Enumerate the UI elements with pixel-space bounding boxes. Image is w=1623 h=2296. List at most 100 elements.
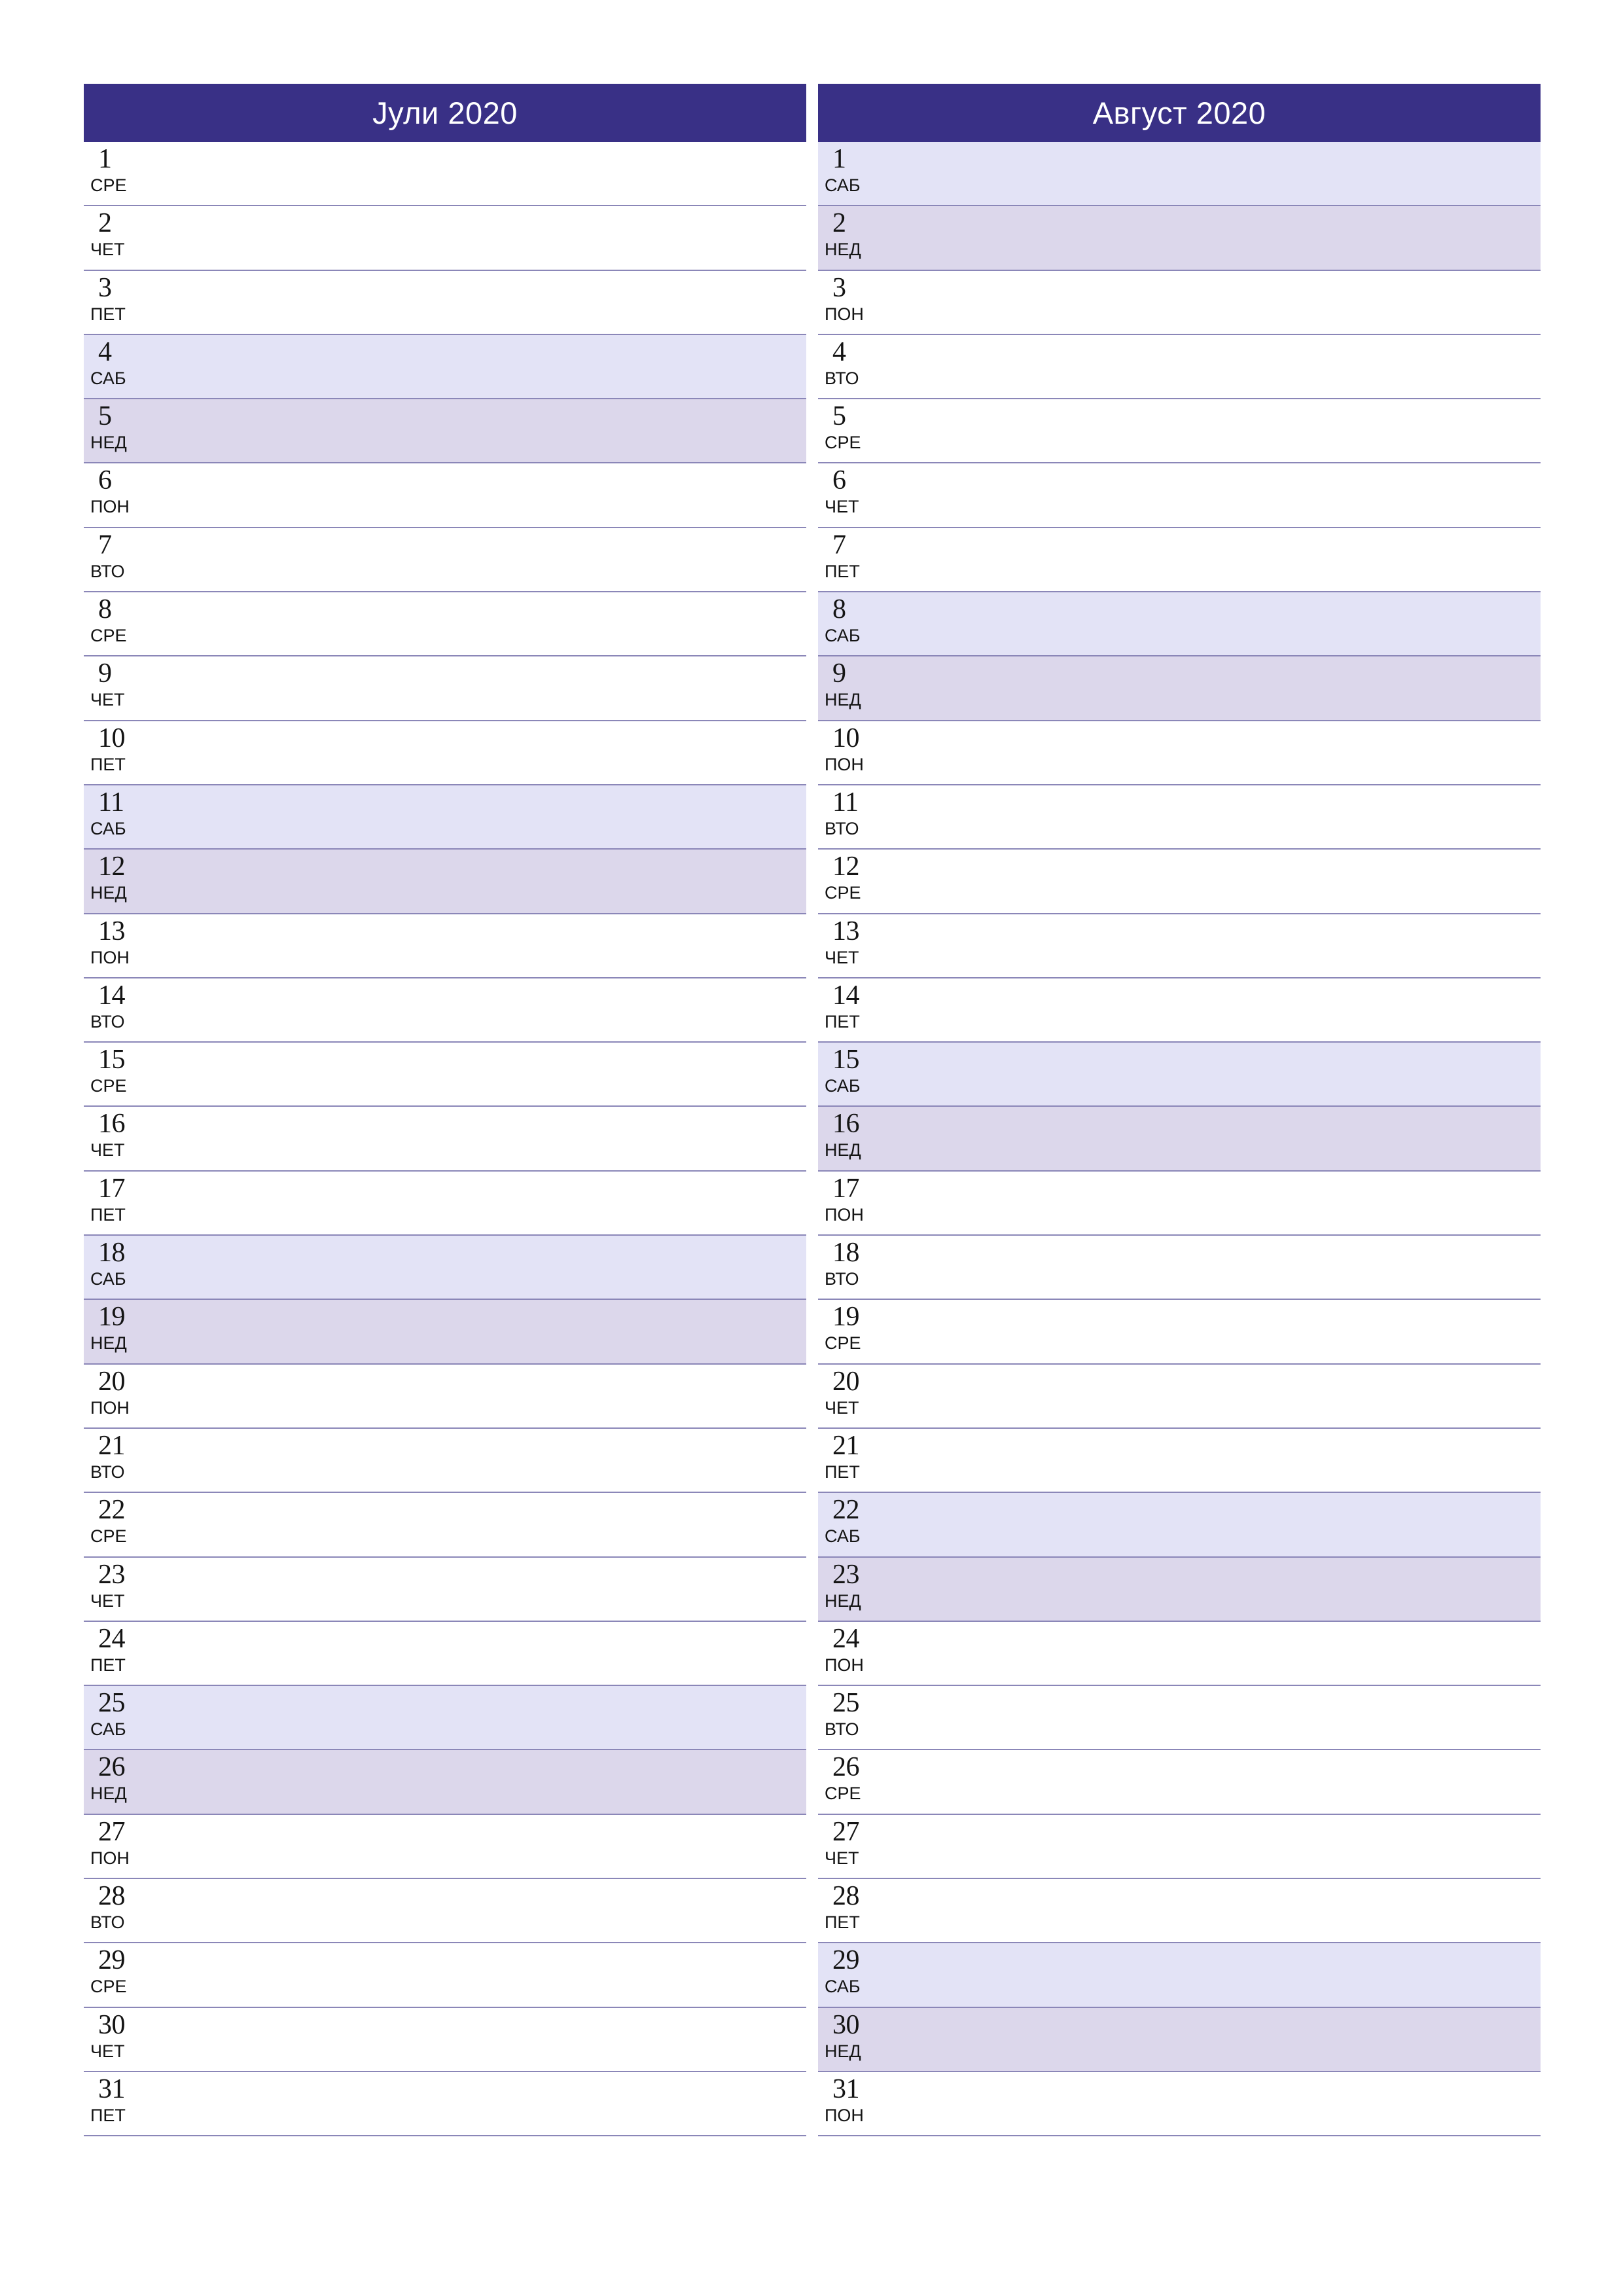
day-number: 15 xyxy=(832,1045,860,1075)
day-row[interactable]: 25 САБ xyxy=(84,1686,806,1751)
day-row[interactable]: 13 ЧЕТ xyxy=(818,914,1541,978)
day-row[interactable]: 17 ПОН xyxy=(818,1171,1541,1236)
day-weekday-abbr: НЕД xyxy=(90,1333,127,1354)
day-row[interactable]: 12 НЕД xyxy=(84,850,806,914)
day-number: 25 xyxy=(98,1688,126,1719)
day-row[interactable]: 28 ВТО xyxy=(84,1879,806,1944)
day-row[interactable]: 26 НЕД xyxy=(84,1750,806,1815)
day-row[interactable]: 13 ПОН xyxy=(84,914,806,978)
day-row[interactable]: 4 ВТО xyxy=(818,334,1541,400)
day-weekday-abbr: НЕД xyxy=(90,433,127,453)
day-weekday-abbr: СРЕ xyxy=(825,883,861,903)
day-weekday-abbr: СРЕ xyxy=(90,1526,127,1547)
day-weekday-abbr: ЧЕТ xyxy=(825,1848,859,1868)
day-row[interactable]: 30 ЧЕТ xyxy=(84,2007,806,2072)
day-row[interactable]: 31 ПЕТ xyxy=(84,2072,806,2137)
day-weekday-abbr: СРЕ xyxy=(90,1076,127,1096)
day-number: 29 xyxy=(98,1945,126,1976)
day-row[interactable]: 11 ВТО xyxy=(818,785,1541,850)
day-row[interactable]: 21 ПЕТ xyxy=(818,1428,1541,1494)
day-row[interactable]: 9 НЕД xyxy=(818,656,1541,721)
day-row[interactable]: 24 ПЕТ xyxy=(84,1621,806,1687)
day-number: 2 xyxy=(832,208,846,239)
day-row[interactable]: 14 ПЕТ xyxy=(818,978,1541,1043)
day-row[interactable]: 10 ПЕТ xyxy=(84,721,806,785)
day-row[interactable]: 8 СРЕ xyxy=(84,592,806,657)
day-weekday-abbr: ПЕТ xyxy=(825,1011,860,1031)
day-row[interactable]: 26 СРЕ xyxy=(818,1750,1541,1815)
day-number: 26 xyxy=(832,1752,860,1783)
day-row[interactable]: 23 ЧЕТ xyxy=(84,1557,806,1622)
day-row[interactable]: 25 ВТО xyxy=(818,1686,1541,1751)
day-row[interactable]: 28 ПЕТ xyxy=(818,1879,1541,1944)
day-row[interactable]: 7 ВТО xyxy=(84,528,806,593)
month-column-august: Август 2020 1 САБ 2 НЕД 3 ПОН 4 ВТО 5 СРЕ 6 ЧЕТ 7 ПЕТ… xyxy=(818,84,1541,2137)
day-list-july: 1 СРЕ 2 ЧЕТ 3 ПЕТ 4 САБ 5 НЕД 6 ПОН 7 ВТО 8 СРЕ 9 ЧЕТ 10 ПЕ… xyxy=(84,142,806,2137)
day-row[interactable]: 5 СРЕ xyxy=(818,399,1541,464)
day-row[interactable]: 27 ЧЕТ xyxy=(818,1814,1541,1880)
day-number: 27 xyxy=(98,1816,126,1847)
day-row[interactable]: 30 НЕД xyxy=(818,2007,1541,2072)
day-number: 17 xyxy=(832,1173,860,1204)
day-row[interactable]: 1 САБ xyxy=(818,142,1541,207)
day-row[interactable]: 19 СРЕ xyxy=(818,1300,1541,1365)
day-row[interactable]: 18 САБ xyxy=(84,1236,806,1300)
day-number: 13 xyxy=(832,916,860,946)
day-row[interactable]: 22 СРЕ xyxy=(84,1493,806,1558)
day-number: 30 xyxy=(832,2009,860,2040)
day-row[interactable]: 29 СРЕ xyxy=(84,1943,806,2008)
day-weekday-abbr: СРЕ xyxy=(90,1977,127,1997)
day-row[interactable]: 4 САБ xyxy=(84,334,806,400)
day-number: 10 xyxy=(832,723,860,753)
day-row[interactable]: 6 ЧЕТ xyxy=(818,463,1541,528)
day-weekday-abbr: ВТО xyxy=(90,1912,125,1933)
day-row[interactable]: 3 ПЕТ xyxy=(84,270,806,335)
day-weekday-abbr: СРЕ xyxy=(825,1333,861,1354)
day-row[interactable]: 22 САБ xyxy=(818,1493,1541,1558)
day-row[interactable]: 24 ПОН xyxy=(818,1621,1541,1687)
day-row[interactable]: 17 ПЕТ xyxy=(84,1171,806,1236)
day-row[interactable]: 18 ВТО xyxy=(818,1236,1541,1300)
day-row[interactable]: 2 ЧЕТ xyxy=(84,206,806,271)
day-row[interactable]: 2 НЕД xyxy=(818,206,1541,271)
day-row[interactable]: 8 САБ xyxy=(818,592,1541,657)
day-row[interactable]: 21 ВТО xyxy=(84,1428,806,1494)
day-row[interactable]: 20 ЧЕТ xyxy=(818,1364,1541,1429)
day-row[interactable]: 16 НЕД xyxy=(818,1107,1541,1172)
month-title-july: Јули 2020 xyxy=(372,96,518,130)
day-row[interactable]: 27 ПОН xyxy=(84,1814,806,1880)
day-number: 5 xyxy=(98,401,112,432)
day-row[interactable]: 23 НЕД xyxy=(818,1557,1541,1622)
day-row[interactable]: 3 ПОН xyxy=(818,270,1541,335)
monthly-planner: Јули 2020 1 СРЕ 2 ЧЕТ 3 ПЕТ 4 САБ 5 НЕД 6 ПОН 7 ВТО 8 С… xyxy=(0,0,1623,2296)
day-row[interactable]: 14 ВТО xyxy=(84,978,806,1043)
day-weekday-abbr: ВТО xyxy=(825,1719,859,1740)
day-row[interactable]: 11 САБ xyxy=(84,785,806,850)
day-weekday-abbr: ЧЕТ xyxy=(90,1140,125,1160)
day-row[interactable]: 5 НЕД xyxy=(84,399,806,464)
day-number: 30 xyxy=(98,2009,126,2040)
day-row[interactable]: 29 САБ xyxy=(818,1943,1541,2008)
day-row[interactable]: 12 СРЕ xyxy=(818,850,1541,914)
day-row[interactable]: 19 НЕД xyxy=(84,1300,806,1365)
day-weekday-abbr: ПЕТ xyxy=(90,1655,126,1675)
day-row[interactable]: 15 СРЕ xyxy=(84,1043,806,1107)
day-number: 15 xyxy=(98,1045,126,1075)
day-weekday-abbr: ВТО xyxy=(825,368,859,388)
day-weekday-abbr: ВТО xyxy=(90,561,125,581)
day-row[interactable]: 1 СРЕ xyxy=(84,142,806,207)
day-weekday-abbr: САБ xyxy=(825,1526,861,1547)
day-row[interactable]: 10 ПОН xyxy=(818,721,1541,785)
day-row[interactable]: 15 САБ xyxy=(818,1043,1541,1107)
day-number: 3 xyxy=(98,272,112,303)
day-row[interactable]: 16 ЧЕТ xyxy=(84,1107,806,1172)
day-row[interactable]: 31 ПОН xyxy=(818,2072,1541,2137)
day-row[interactable]: 20 ПОН xyxy=(84,1364,806,1429)
day-weekday-abbr: НЕД xyxy=(90,883,127,903)
day-weekday-abbr: ЧЕТ xyxy=(90,690,125,710)
day-row[interactable]: 6 ПОН xyxy=(84,463,806,528)
day-row[interactable]: 7 ПЕТ xyxy=(818,528,1541,593)
day-number: 18 xyxy=(832,1238,860,1268)
day-weekday-abbr: ВТО xyxy=(90,1011,125,1031)
day-row[interactable]: 9 ЧЕТ xyxy=(84,656,806,721)
